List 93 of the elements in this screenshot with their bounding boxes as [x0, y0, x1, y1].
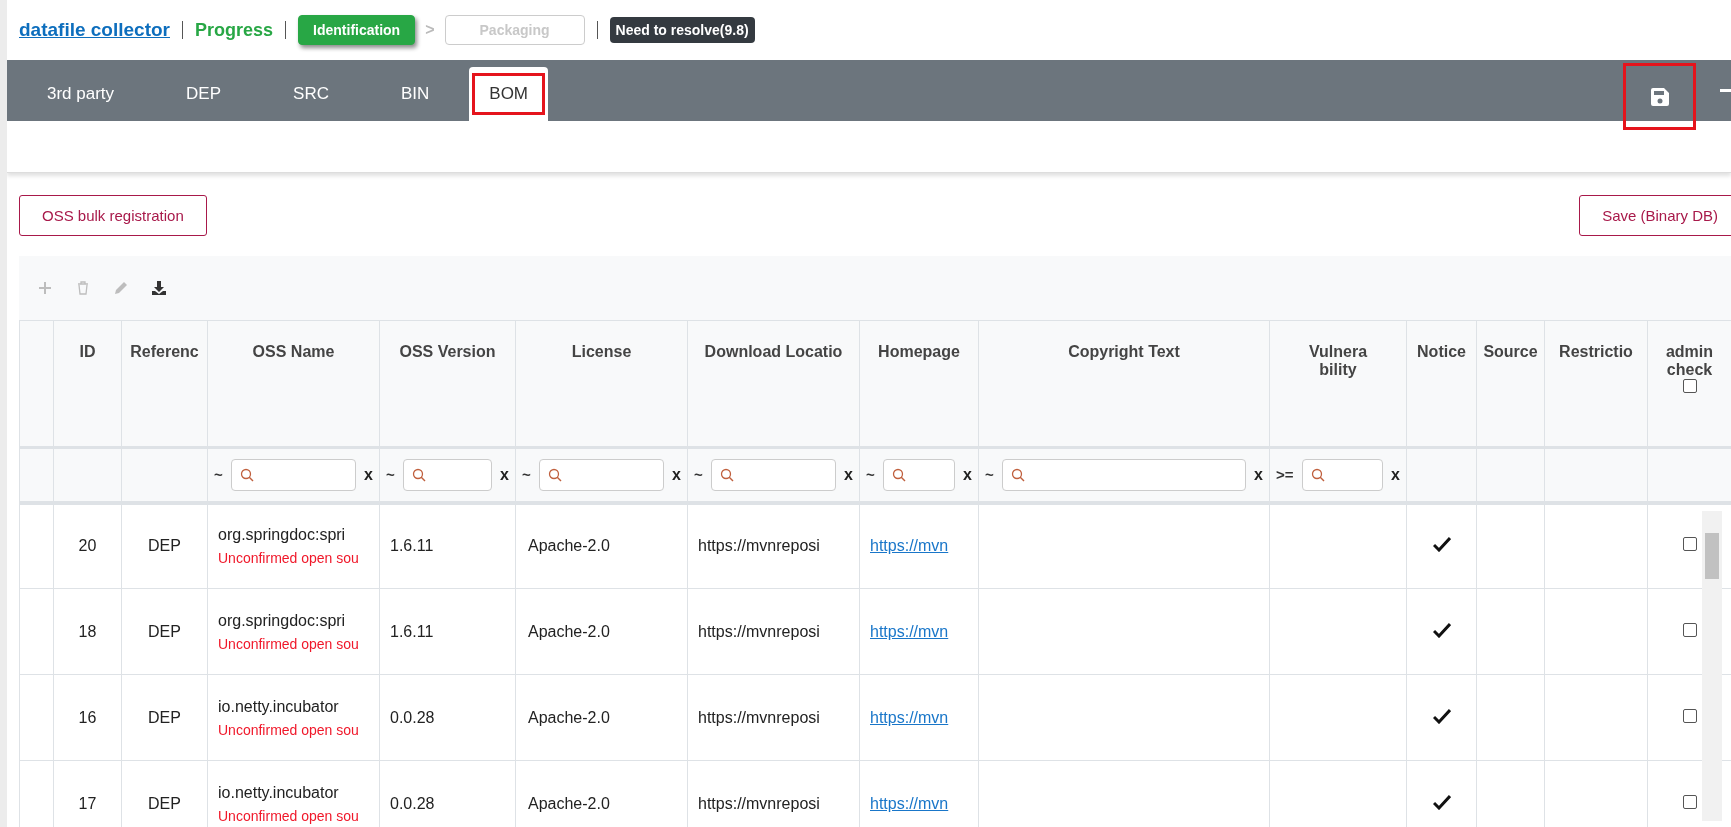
clear-filter[interactable]: x — [500, 465, 509, 484]
table-cell-text: Apache-2.0 — [527, 622, 610, 640]
table-cell: 0.0.28 — [390, 794, 435, 812]
checkbox[interactable] — [1682, 537, 1697, 552]
column-header: OSS Name — [252, 343, 335, 360]
filter-operator: ~ — [214, 466, 223, 484]
table-cell: 1.6.11 — [390, 622, 434, 640]
column-header: License — [571, 343, 632, 360]
tab[interactable]: SRC — [257, 67, 365, 121]
save-button[interactable] — [1623, 63, 1696, 130]
table-cell: io.netty.incubator — [218, 783, 339, 801]
checkbox[interactable] — [1682, 379, 1697, 393]
checkbox[interactable] — [1682, 622, 1697, 637]
table-cell-text: 16 — [77, 708, 98, 727]
table-cell: 1.6.11 — [390, 537, 434, 555]
table-cell: https://mvnreposi — [698, 622, 820, 640]
column-header: Referenc — [130, 343, 199, 360]
search-icon — [891, 467, 906, 482]
status-badge: Need to resolve(9.8) — [609, 17, 755, 43]
filter-operator: ~ — [866, 466, 875, 484]
table-cell-text: DEP — [147, 622, 182, 641]
table-cell-text: Apache-2.0 — [527, 537, 610, 555]
table-cell: org.springdoc:spri — [218, 611, 346, 629]
table-cell-text: DEP — [147, 708, 182, 727]
tab[interactable]: 3rd party — [11, 67, 151, 121]
progress-step[interactable]: Identification — [298, 15, 416, 45]
search-icon — [411, 467, 426, 482]
table-cell: https://mvnreposi — [698, 537, 820, 555]
column-header: Notice — [1417, 343, 1466, 360]
table-cell-text: 18 — [77, 622, 98, 641]
checkbox[interactable] — [1682, 794, 1697, 809]
column-header: admin check — [1665, 343, 1714, 378]
clear-filter[interactable]: x — [963, 465, 972, 484]
filter-operator: ~ — [522, 466, 531, 484]
column-header: Restrictio — [1559, 343, 1633, 360]
clear-filter[interactable]: x — [844, 465, 853, 484]
checkbox[interactable] — [1682, 708, 1697, 723]
column-header: Vulnera bility — [1308, 343, 1368, 378]
filter-field[interactable] — [402, 458, 493, 491]
bulk-registration-button[interactable]: OSS bulk registration — [19, 195, 207, 236]
column-header: Homepage — [878, 343, 960, 360]
column-header: Source — [1483, 343, 1538, 360]
search-icon — [239, 467, 254, 482]
clear-filter[interactable]: x — [1391, 465, 1400, 484]
table-cell-text: 20 — [77, 537, 98, 556]
warning-text: Unconfirmed open sou — [218, 721, 360, 738]
tab[interactable]: DEP — [150, 67, 258, 121]
homepage-link[interactable]: https://mvn — [870, 622, 949, 640]
filter-field[interactable] — [538, 458, 665, 491]
progress-label: Progress — [195, 19, 274, 41]
homepage-link[interactable]: https://mvn — [870, 708, 949, 726]
filter-operator: ~ — [386, 466, 395, 484]
scrollbar[interactable] — [1702, 511, 1722, 821]
warning-text: Unconfirmed open sou — [218, 550, 360, 567]
filter-field[interactable] — [882, 458, 956, 491]
column-header: Download Locatio — [704, 343, 843, 360]
table-cell-text: DEP — [147, 794, 182, 813]
save-binary-button[interactable]: Save (Binary DB) — [1579, 195, 1731, 236]
table-cell: https://mvnreposi — [698, 794, 820, 812]
clear-filter[interactable]: x — [672, 465, 681, 484]
clear-filter[interactable]: x — [364, 465, 373, 484]
app-title-link[interactable]: datafile collector — [19, 19, 170, 41]
table-cell: io.netty.incubator — [218, 697, 339, 715]
table-cell-text: DEP — [147, 537, 182, 556]
search-icon — [1310, 467, 1325, 482]
search-icon — [1010, 467, 1025, 482]
step-separator: > — [425, 21, 435, 39]
column-header: ID — [79, 343, 96, 360]
tab[interactable]: BOM — [469, 67, 549, 121]
filter-field[interactable] — [1001, 458, 1247, 491]
warning-text: Unconfirmed open sou — [218, 807, 360, 824]
tab[interactable]: BIN — [364, 67, 466, 121]
table-cell: 0.0.28 — [390, 708, 435, 726]
filter-field[interactable] — [230, 458, 357, 491]
homepage-link[interactable]: https://mvn — [870, 537, 949, 555]
filter-operator: >= — [1276, 466, 1294, 484]
table-cell: org.springdoc:spri — [218, 526, 346, 544]
search-icon — [547, 467, 562, 482]
table-cell-text: 17 — [77, 794, 98, 813]
table-cell-text: Apache-2.0 — [527, 708, 610, 726]
search-icon — [719, 467, 734, 482]
filter-field[interactable] — [1301, 458, 1384, 491]
filter-field[interactable] — [710, 458, 837, 491]
warning-text: Unconfirmed open sou — [218, 635, 360, 652]
table-cell: https://mvnreposi — [698, 708, 820, 726]
column-header: Copyright Text — [1068, 343, 1180, 360]
clear-filter[interactable]: x — [1254, 465, 1263, 484]
homepage-link[interactable]: https://mvn — [870, 794, 949, 812]
column-header: OSS Version — [399, 343, 496, 360]
download-icon[interactable] — [151, 280, 167, 296]
filter-operator: ~ — [694, 466, 703, 484]
table-cell-text: Apache-2.0 — [527, 794, 610, 812]
filter-operator: ~ — [985, 466, 994, 484]
